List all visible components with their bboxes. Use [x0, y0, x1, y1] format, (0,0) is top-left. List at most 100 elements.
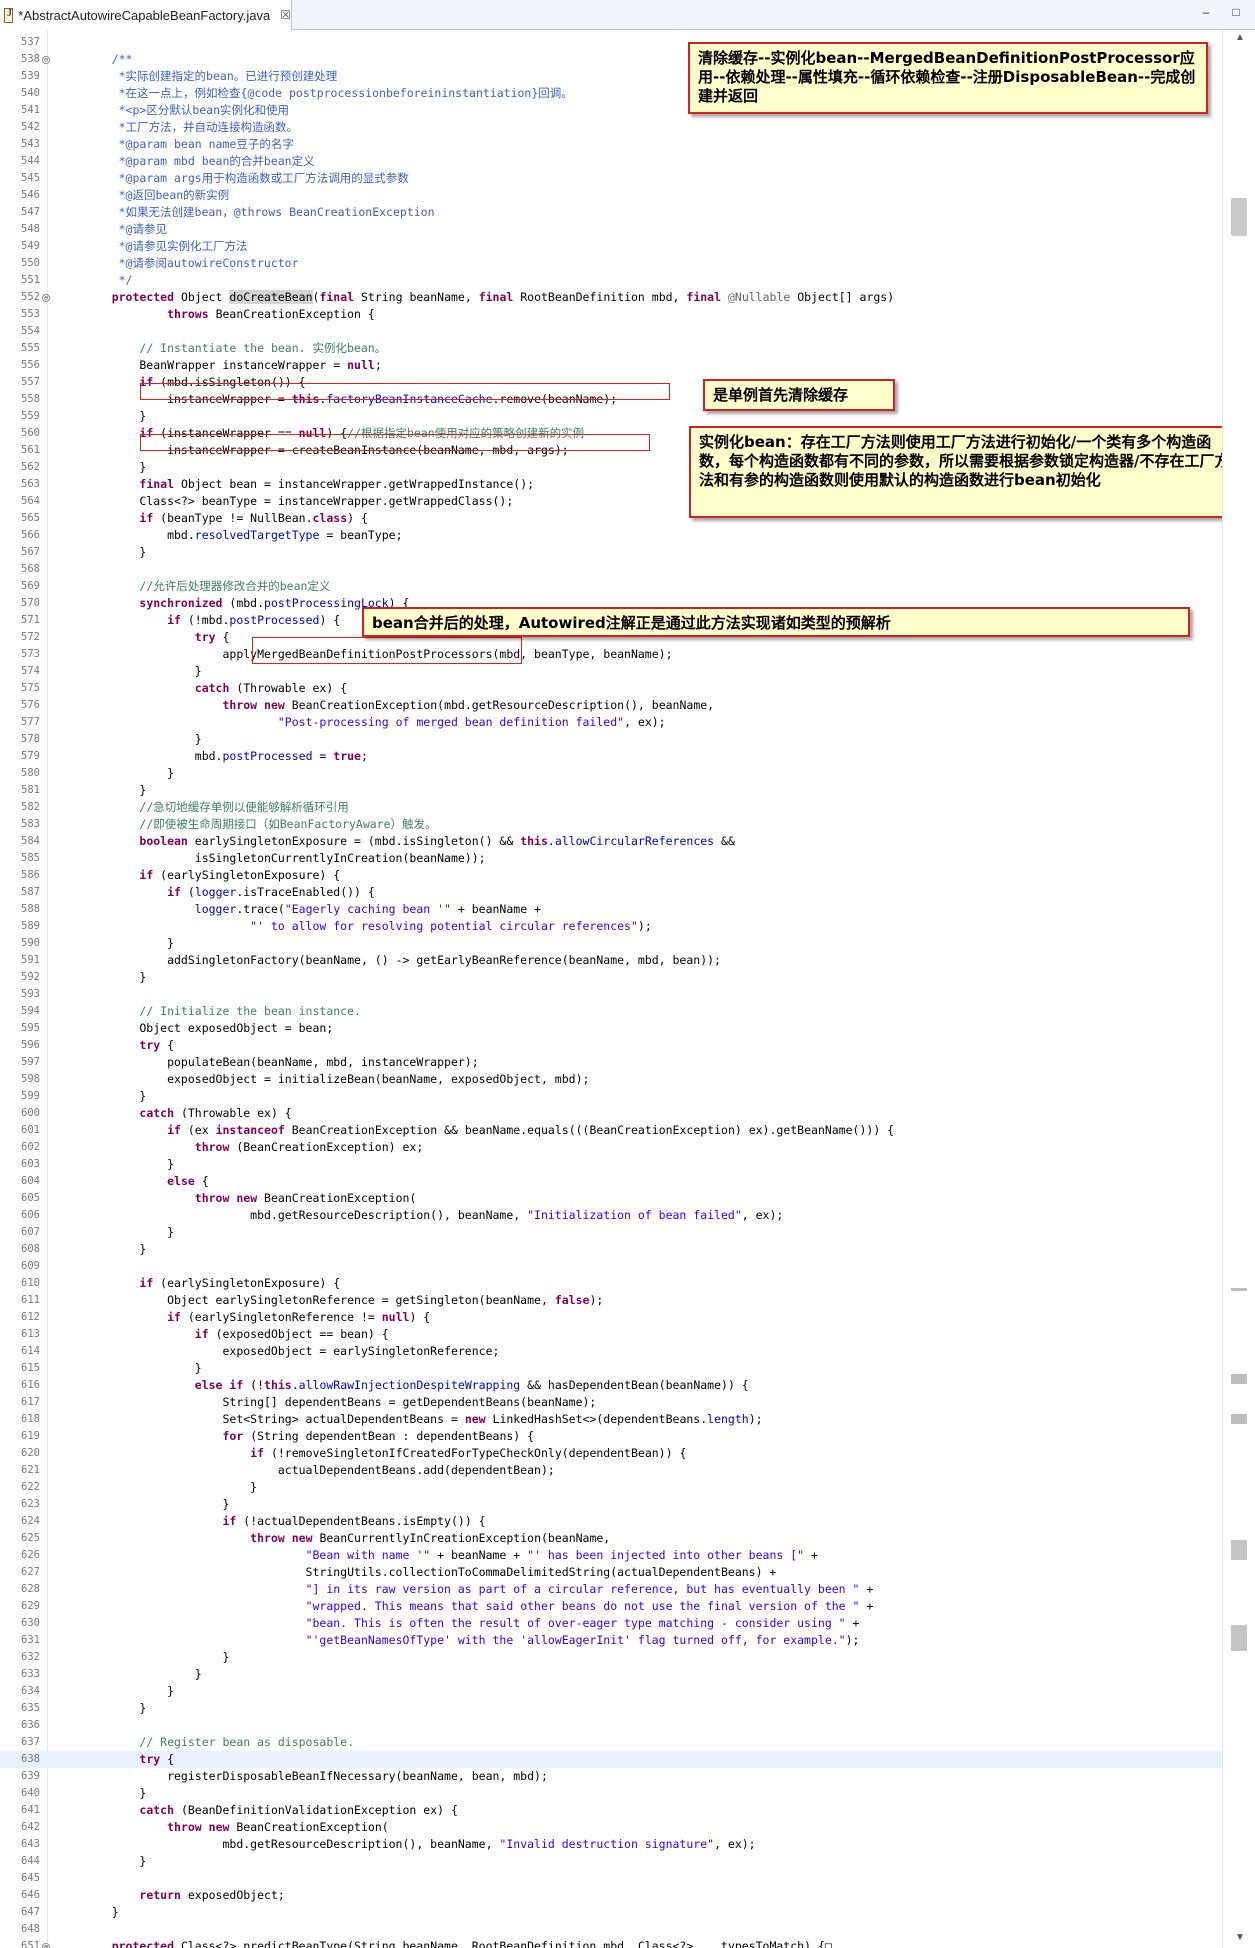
- code-line[interactable]: 627 StringUtils.collectionToCommaDelimit…: [0, 1564, 1222, 1581]
- code-line[interactable]: 575 catch (Throwable ex) {: [0, 680, 1222, 697]
- code-editor[interactable]: 537 538 ⊖ /** 539 *实际创建指定的bean。已进行预创建处理 540 …: [0, 30, 1255, 1948]
- code-line[interactable]: 569 //允许后处理器修改合并的bean定义: [0, 578, 1222, 595]
- code-line[interactable]: 633 }: [0, 1666, 1222, 1683]
- code-line[interactable]: 566 mbd.resolvedTargetType = beanType;: [0, 527, 1222, 544]
- code-line[interactable]: 576 throw new BeanCreationException(mbd.…: [0, 697, 1222, 714]
- code-line[interactable]: 647 }: [0, 1904, 1222, 1921]
- code-line[interactable]: 578 }: [0, 731, 1222, 748]
- code-line[interactable]: 621 actualDependentBeans.add(dependentBe…: [0, 1462, 1222, 1479]
- code-line[interactable]: 586 if (earlySingletonExposure) {: [0, 867, 1222, 884]
- code-line[interactable]: 620 if (!removeSingletonIfCreatedForType…: [0, 1445, 1222, 1462]
- code-line[interactable]: 589 "' to allow for resolving potential …: [0, 918, 1222, 935]
- code-line[interactable]: 548 *@请参见: [0, 221, 1222, 238]
- code-line[interactable]: 635 }: [0, 1700, 1222, 1717]
- code-line[interactable]: 595 Object exposedObject = bean;: [0, 1020, 1222, 1037]
- code-line[interactable]: 551 */: [0, 272, 1222, 289]
- code-line[interactable]: 543 *@param bean name豆子的名字: [0, 136, 1222, 153]
- code-line[interactable]: 606 mbd.getResourceDescription(), beanNa…: [0, 1207, 1222, 1224]
- code-line[interactable]: 587 if (logger.isTraceEnabled()) {: [0, 884, 1222, 901]
- code-line[interactable]: 642 throw new BeanCreationException(: [0, 1819, 1222, 1836]
- code-line[interactable]: 611 Object earlySingletonReference = get…: [0, 1292, 1222, 1309]
- code-line[interactable]: 622 }: [0, 1479, 1222, 1496]
- minimize-button[interactable]: –: [1199, 5, 1213, 19]
- code-line[interactable]: 604 else {: [0, 1173, 1222, 1190]
- code-line[interactable]: 580 }: [0, 765, 1222, 782]
- code-line[interactable]: 591 addSingletonFactory(beanName, () -> …: [0, 952, 1222, 969]
- code-line[interactable]: 577 "Post-processing of merged bean defi…: [0, 714, 1222, 731]
- code-line[interactable]: 637 // Register bean as disposable.: [0, 1734, 1222, 1751]
- code-line[interactable]: 630 "bean. This is often the result of o…: [0, 1615, 1222, 1632]
- scroll-up-icon[interactable]: ▲: [1233, 32, 1247, 46]
- code-line[interactable]: 600 catch (Throwable ex) {: [0, 1105, 1222, 1122]
- code-line[interactable]: 568: [0, 561, 1222, 578]
- code-line[interactable]: 593: [0, 986, 1222, 1003]
- collapse-fold-icon[interactable]: ⊖: [42, 294, 50, 302]
- code-line[interactable]: 605 throw new BeanCreationException(: [0, 1190, 1222, 1207]
- code-line[interactable]: 549 *@请参见实例化工厂方法: [0, 238, 1222, 255]
- code-line[interactable]: 585 isSingletonCurrentlyInCreation(beanN…: [0, 850, 1222, 867]
- code-line[interactable]: 623 }: [0, 1496, 1222, 1513]
- code-line[interactable]: 616 else if (!this.allowRawInjectionDesp…: [0, 1377, 1222, 1394]
- code-line[interactable]: 547 *如果无法创建bean，@throws BeanCreationExce…: [0, 204, 1222, 221]
- expand-fold-icon[interactable]: ⊕: [42, 1943, 50, 1948]
- code-line[interactable]: 618 Set<String> actualDependentBeans = n…: [0, 1411, 1222, 1428]
- code-line[interactable]: 614 exposedObject = earlySingletonRefere…: [0, 1343, 1222, 1360]
- code-line[interactable]: 640 }: [0, 1785, 1222, 1802]
- code-line[interactable]: 603 }: [0, 1156, 1222, 1173]
- code-line[interactable]: 628 "] in its raw version as part of a c…: [0, 1581, 1222, 1598]
- code-line[interactable]: 601 if (ex instanceof BeanCreationExcept…: [0, 1122, 1222, 1139]
- code-line[interactable]: 646 return exposedObject;: [0, 1887, 1222, 1904]
- code-line[interactable]: 651 ⊕ protected Class<?> predictBeanType(…: [0, 1938, 1222, 1948]
- code-line[interactable]: 619 for (String dependentBean : dependen…: [0, 1428, 1222, 1445]
- code-line[interactable]: 629 "wrapped. This means that said other…: [0, 1598, 1222, 1615]
- code-line[interactable]: 553 throws BeanCreationException {: [0, 306, 1222, 323]
- code-line[interactable]: 542 *工厂方法，并自动连接构造函数。: [0, 119, 1222, 136]
- code-line[interactable]: 632 }: [0, 1649, 1222, 1666]
- code-line[interactable]: 544 *@param mbd bean的合并bean定义: [0, 153, 1222, 170]
- code-line[interactable]: 554: [0, 323, 1222, 340]
- code-line[interactable]: 641 catch (BeanDefinitionValidationExcep…: [0, 1802, 1222, 1819]
- code-line[interactable]: 638 try {: [0, 1751, 1222, 1768]
- code-line[interactable]: 612 if (earlySingletonReference != null)…: [0, 1309, 1222, 1326]
- code-line[interactable]: 574 }: [0, 663, 1222, 680]
- code-line[interactable]: 597 populateBean(beanName, mbd, instance…: [0, 1054, 1222, 1071]
- code-line[interactable]: 607 }: [0, 1224, 1222, 1241]
- code-line[interactable]: 625 throw new BeanCurrentlyInCreationExc…: [0, 1530, 1222, 1547]
- code-line[interactable]: 643 mbd.getResourceDescription(), beanNa…: [0, 1836, 1222, 1853]
- maximize-button[interactable]: □: [1229, 5, 1243, 19]
- code-line[interactable]: 550 *@请参阅autowireConstructor: [0, 255, 1222, 272]
- close-tab-icon[interactable]: ☒: [280, 8, 291, 22]
- code-line[interactable]: 610 if (earlySingletonExposure) {: [0, 1275, 1222, 1292]
- editor-tab[interactable]: *AbstractAutowireCapableBeanFactory.java…: [0, 0, 292, 30]
- code-line[interactable]: 644 }: [0, 1853, 1222, 1870]
- code-line[interactable]: 590 }: [0, 935, 1222, 952]
- code-line[interactable]: 588 logger.trace("Eagerly caching bean '…: [0, 901, 1222, 918]
- code-line[interactable]: 648: [0, 1921, 1222, 1938]
- code-line[interactable]: 594 // Initialize the bean instance.: [0, 1003, 1222, 1020]
- code-line[interactable]: 545 *@param args用于构造函数或工厂方法调用的显式参数: [0, 170, 1222, 187]
- vertical-scrollbar[interactable]: ▲ ▼: [1222, 30, 1255, 1948]
- code-line[interactable]: 615 }: [0, 1360, 1222, 1377]
- code-line[interactable]: 546 *@返回bean的新实例: [0, 187, 1222, 204]
- code-line[interactable]: 567 }: [0, 544, 1222, 561]
- code-line[interactable]: 552 ⊖ protected Object doCreateBean(final…: [0, 289, 1222, 306]
- code-line[interactable]: 573 applyMergedBeanDefinitionPostProcess…: [0, 646, 1222, 663]
- collapse-fold-icon[interactable]: ⊖: [42, 56, 50, 64]
- code-line[interactable]: 579 mbd.postProcessed = true;: [0, 748, 1222, 765]
- code-line[interactable]: 556 BeanWrapper instanceWrapper = null;: [0, 357, 1222, 374]
- code-line[interactable]: 583 //即使被生命周期接口（如BeanFactoryAware）触发。: [0, 816, 1222, 833]
- code-line[interactable]: 559 }: [0, 408, 1222, 425]
- code-line[interactable]: 626 "Bean with name '" + beanName + "' h…: [0, 1547, 1222, 1564]
- code-line[interactable]: 599 }: [0, 1088, 1222, 1105]
- code-line[interactable]: 584 boolean earlySingletonExposure = (mb…: [0, 833, 1222, 850]
- code-line[interactable]: 608 }: [0, 1241, 1222, 1258]
- code-line[interactable]: 592 }: [0, 969, 1222, 986]
- scroll-down-icon[interactable]: ▼: [1233, 1932, 1247, 1946]
- code-line[interactable]: 617 String[] dependentBeans = getDepende…: [0, 1394, 1222, 1411]
- code-line[interactable]: 581 }: [0, 782, 1222, 799]
- code-line[interactable]: 602 throw (BeanCreationException) ex;: [0, 1139, 1222, 1156]
- scroll-thumb[interactable]: [1231, 198, 1247, 236]
- code-line[interactable]: 613 if (exposedObject == bean) {: [0, 1326, 1222, 1343]
- code-line[interactable]: 582 //急切地缓存单例以便能够解析循环引用: [0, 799, 1222, 816]
- code-line[interactable]: 624 if (!actualDependentBeans.isEmpty())…: [0, 1513, 1222, 1530]
